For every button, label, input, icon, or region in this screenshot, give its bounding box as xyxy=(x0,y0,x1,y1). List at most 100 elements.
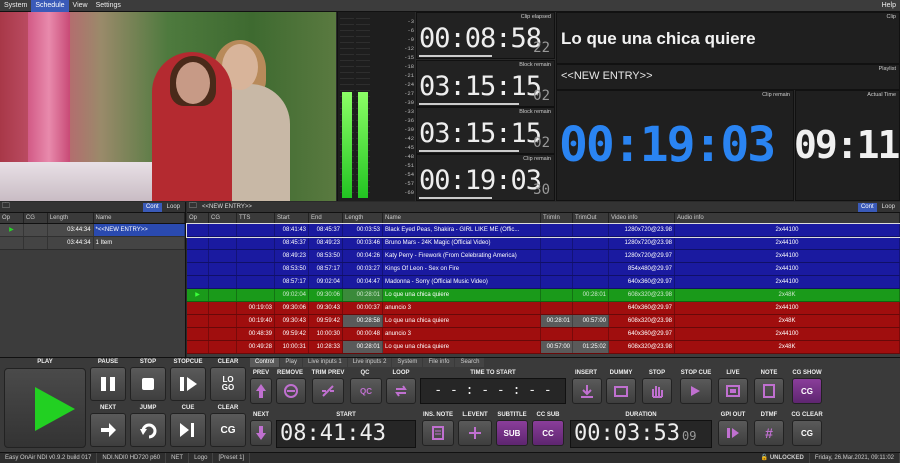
menu-view[interactable]: View xyxy=(69,0,92,12)
cell-length: 00:28:01 xyxy=(343,289,383,301)
l-event-button[interactable] xyxy=(458,420,492,446)
table-row[interactable]: 08:57:17 09:02:04 00:04:47 Madonna - Sorry … xyxy=(187,276,900,289)
cell-trimin xyxy=(541,328,573,340)
tab-file-info[interactable]: File info xyxy=(423,358,455,367)
cell-audio: 2x44100 xyxy=(675,224,900,236)
actual-time: 09:11:0 xyxy=(795,123,899,167)
table-row[interactable]: 08:41:43 08:45:37 00:03:53 Black Eyed Peas,… xyxy=(186,223,900,238)
tab-live-inputs-1[interactable]: Live inputs 1 xyxy=(303,358,347,367)
tab-control[interactable]: Control xyxy=(250,358,280,367)
stop-button[interactable] xyxy=(130,367,166,401)
col-cg[interactable]: CG xyxy=(209,213,237,223)
col-length[interactable]: Length xyxy=(343,213,383,223)
cg-show-button[interactable]: CG xyxy=(792,378,822,404)
left-cont-button[interactable]: Cont xyxy=(142,202,162,212)
col-trimin[interactable]: TrimIn xyxy=(541,213,573,223)
status-lock: 🔓 UNLOCKED xyxy=(756,452,810,463)
table-row[interactable]: 00:49:28 10:00:31 10:28:33 00:28:01 Lo que u… xyxy=(187,341,900,354)
right-cont-button[interactable]: Cont xyxy=(857,202,877,212)
list-item[interactable]: ▶ 03:44:34 *<<NEW ENTRY>> xyxy=(0,224,185,237)
col-name[interactable]: Name xyxy=(94,213,185,223)
tab-search[interactable]: Search xyxy=(455,358,485,367)
next-down-button[interactable] xyxy=(250,420,272,446)
table-row[interactable]: 08:49:23 08:53:50 00:04:26 Katy Perry - Fir… xyxy=(187,250,900,263)
dtmf-button[interactable]: # xyxy=(754,420,784,446)
table-row[interactable]: 00:19:40 09:30:43 09:59:42 00:28:58 Lo que u… xyxy=(187,315,900,328)
subtitle-button[interactable]: SUB xyxy=(496,420,528,446)
cell-audio: 2x44100 xyxy=(675,302,900,314)
tab-live-inputs-2[interactable]: Live inputs 2 xyxy=(347,358,392,367)
menu-system[interactable]: System xyxy=(0,0,31,12)
duration-display[interactable]: 00:03:53 09 xyxy=(570,420,712,448)
table-row[interactable]: 00:19:03 09:30:06 09:30:43 00:00:37 anuncio … xyxy=(187,302,900,315)
tab-system[interactable]: System xyxy=(392,358,423,367)
clear-cg-button[interactable]: CG xyxy=(210,413,246,447)
cg-clear-button[interactable]: CG xyxy=(792,420,822,446)
cell-video: 1280x720@29.97 xyxy=(609,250,675,262)
left-loop-button[interactable]: Loop xyxy=(164,203,183,212)
next-button[interactable] xyxy=(90,413,126,447)
prev-button[interactable] xyxy=(250,378,272,404)
col-video-info[interactable]: Video info xyxy=(609,213,675,223)
stop-hand-button[interactable] xyxy=(642,378,672,404)
insert-button[interactable] xyxy=(572,378,602,404)
cc-sub-button[interactable]: CC xyxy=(532,420,564,446)
col-op[interactable]: Op xyxy=(187,213,209,223)
jump-icon xyxy=(140,423,157,439)
loop-button[interactable] xyxy=(386,378,416,404)
dummy-button[interactable] xyxy=(606,378,636,404)
folder-icon[interactable]: 🗀 xyxy=(2,200,10,214)
stopcue-button[interactable] xyxy=(170,367,206,401)
live-button[interactable] xyxy=(718,378,748,404)
cell-op xyxy=(187,341,209,353)
col-audio-info[interactable]: Audio info xyxy=(675,213,900,223)
qc-button[interactable]: QC xyxy=(350,378,382,404)
table-row[interactable]: ▶ 09:02:04 09:30:06 00:28:01 Lo que una chic… xyxy=(187,289,900,302)
cell-tts: 00:48:39 xyxy=(237,328,275,340)
menu-settings[interactable]: Settings xyxy=(92,0,125,12)
cell-cg xyxy=(209,315,237,327)
cell-video: 608x320@23.98 xyxy=(609,341,675,353)
clear-logo-button[interactable]: LO GO xyxy=(210,367,246,401)
gpi-out-button[interactable] xyxy=(718,420,748,446)
table-row[interactable]: 08:45:37 08:49:23 00:03:46 Bruno Mars - 24K… xyxy=(187,237,900,250)
table-row[interactable]: 08:53:50 08:57:17 00:03:27 Kings Of Leon - … xyxy=(187,263,900,276)
folder-icon[interactable]: 🗀 xyxy=(189,200,197,214)
remove-button[interactable] xyxy=(276,378,306,404)
start-display[interactable]: 08:41:43 xyxy=(276,420,416,448)
stop-cue-button[interactable] xyxy=(680,378,712,404)
menu-help[interactable]: Help xyxy=(878,0,900,12)
col-trimout[interactable]: TrimOut xyxy=(573,213,609,223)
cell-cg xyxy=(209,341,237,353)
col-op[interactable]: Op xyxy=(0,213,24,223)
note-button[interactable] xyxy=(754,378,784,404)
tab-play[interactable]: Play xyxy=(280,358,303,367)
trim-prev-button[interactable] xyxy=(312,378,344,404)
cg-icon: CG xyxy=(220,424,236,436)
dummy-icon xyxy=(614,386,628,397)
col-length[interactable]: Length xyxy=(48,213,94,223)
clip-elapsed-label: Clip elapsed xyxy=(520,14,551,20)
cue-button[interactable] xyxy=(170,413,206,447)
pause-button[interactable] xyxy=(90,367,126,401)
jump-button[interactable] xyxy=(130,413,166,447)
cell-name: Lo que una chica quiere xyxy=(383,289,541,301)
ins-note-button[interactable] xyxy=(422,420,454,446)
start-label: START xyxy=(336,412,356,418)
list-item[interactable]: 03:44:34 1 Item xyxy=(0,237,185,250)
meter-tick: -33 xyxy=(404,108,414,115)
clip-remain-time: 00:19:03 xyxy=(559,117,776,173)
hand-icon xyxy=(652,386,663,398)
meter-tick: -45 xyxy=(404,144,414,151)
table-row[interactable]: 00:48:39 09:59:42 10:00:30 00:00:48 anuncio … xyxy=(187,328,900,341)
play-button[interactable] xyxy=(4,368,86,448)
col-end[interactable]: End xyxy=(309,213,343,223)
cell-tts xyxy=(237,276,275,288)
col-start[interactable]: Start xyxy=(275,213,309,223)
gpi-out-label: GPI OUT xyxy=(720,412,746,418)
right-loop-button[interactable]: Loop xyxy=(879,203,898,212)
menu-schedule[interactable]: Schedule xyxy=(31,0,69,12)
col-name[interactable]: Name xyxy=(383,213,541,223)
col-tts[interactable]: TTS xyxy=(237,213,275,223)
col-cg[interactable]: CG xyxy=(24,213,48,223)
